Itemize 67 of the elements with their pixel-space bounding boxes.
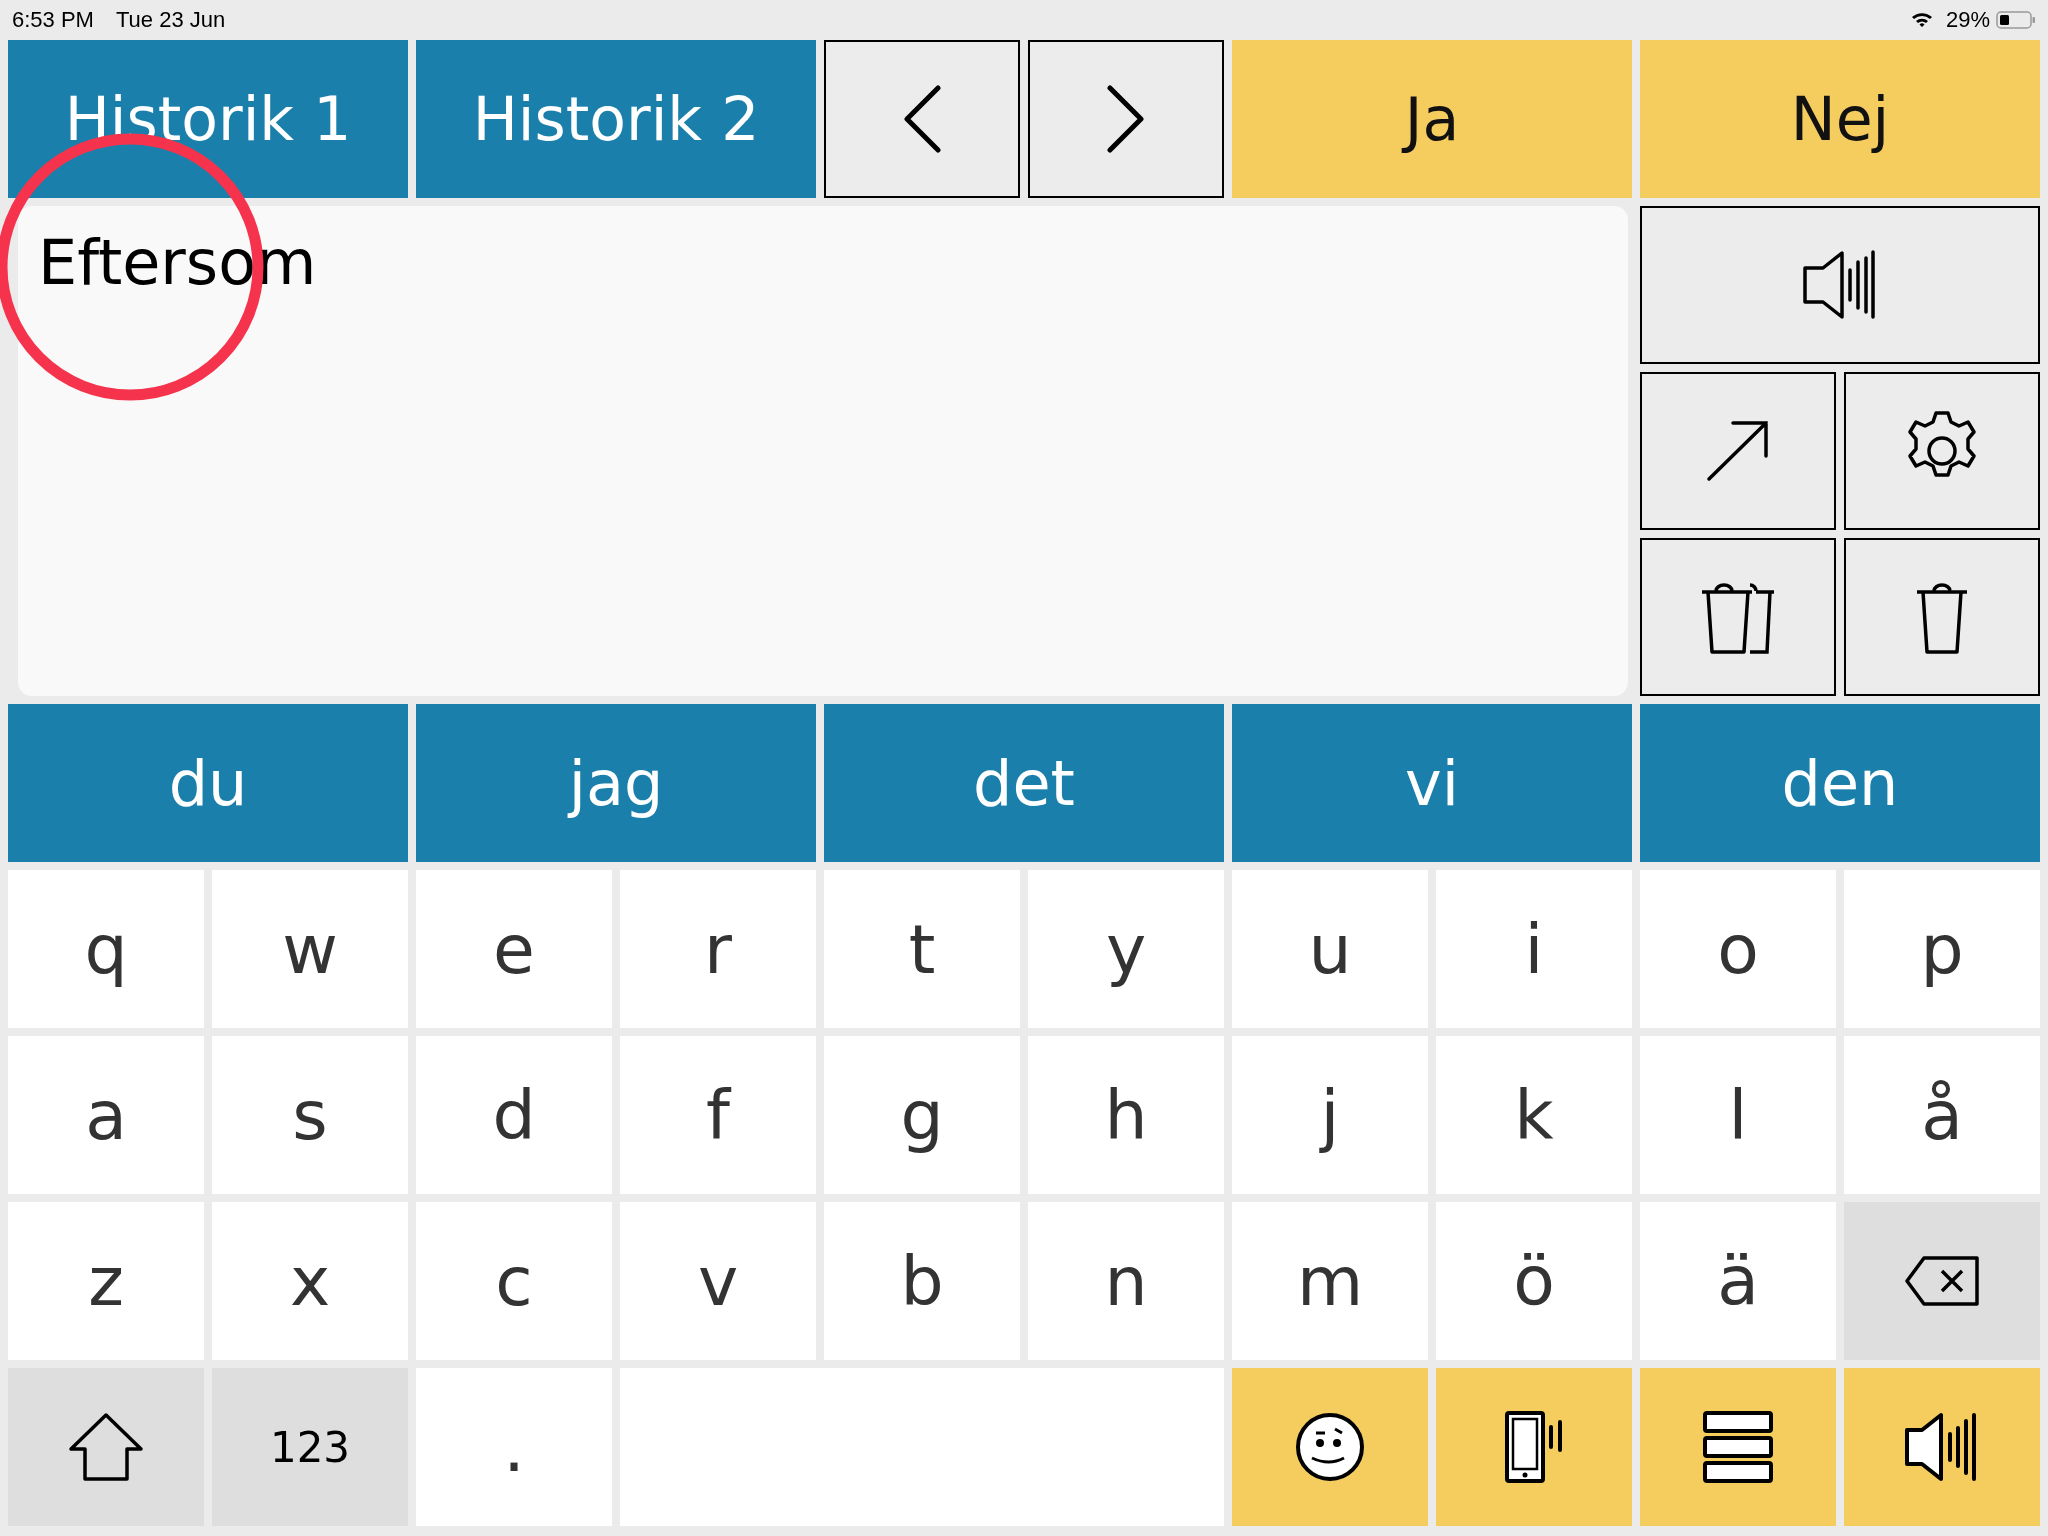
numbers-key[interactable]: 123 [212,1368,408,1526]
list-icon [1702,1410,1774,1484]
speaker-icon [1802,250,1878,320]
letter-key[interactable]: ä [1640,1202,1836,1360]
letter-key[interactable]: d [416,1036,612,1194]
letter-key[interactable]: z [8,1202,204,1360]
forward-button[interactable] [1028,40,1224,198]
back-button[interactable] [824,40,1020,198]
letter-key[interactable]: h [1028,1036,1224,1194]
diagonal-arrow-icon [1706,420,1770,482]
clear-all-button[interactable] [1640,538,1836,696]
speak-key[interactable] [1844,1368,2040,1526]
shift-key[interactable] [8,1368,204,1526]
status-time: 6:53 PM [12,7,94,33]
word-suggestion[interactable]: den [1640,704,2040,862]
list-key[interactable] [1640,1368,1836,1526]
letter-key[interactable]: a [8,1036,204,1194]
expand-button[interactable] [1640,372,1836,530]
letter-key[interactable]: i [1436,870,1632,1028]
phone-vibrate-icon [1504,1410,1564,1484]
letter-key[interactable]: v [620,1202,816,1360]
letter-key[interactable]: y [1028,870,1224,1028]
chevron-right-icon [1106,85,1146,153]
letter-key[interactable]: o [1640,870,1836,1028]
chevron-left-icon [902,85,942,153]
smiley-face-icon [1295,1412,1365,1482]
letter-key[interactable]: x [212,1202,408,1360]
battery-percent: 29% [1945,7,1990,33]
emoji-key[interactable] [1232,1368,1428,1526]
letter-key[interactable]: j [1232,1036,1428,1194]
letter-key[interactable]: r [620,870,816,1028]
two-trash-cans-icon [1700,580,1776,654]
letter-key[interactable]: p [1844,870,2040,1028]
answer-button[interactable]: Nej [1640,40,2040,198]
history-tab[interactable]: Historik 2 [416,40,816,198]
settings-button[interactable] [1844,372,2040,530]
phone-key[interactable] [1436,1368,1632,1526]
letter-key[interactable]: e [416,870,612,1028]
backspace-icon [1904,1255,1980,1307]
word-suggestion[interactable]: jag [416,704,816,862]
answer-button[interactable]: Ja [1232,40,1632,198]
trash-can-icon [1915,580,1969,654]
letter-key[interactable]: f [620,1036,816,1194]
letter-key[interactable]: w [212,870,408,1028]
letter-key[interactable]: q [8,870,204,1028]
letter-key[interactable]: l [1640,1036,1836,1194]
letter-key[interactable]: . [416,1368,612,1526]
letter-key[interactable]: s [212,1036,408,1194]
speak-button[interactable] [1640,206,2040,364]
letter-key[interactable]: n [1028,1202,1224,1360]
letter-key[interactable]: k [1436,1036,1632,1194]
word-suggestion[interactable]: det [824,704,1224,862]
word-suggestion[interactable]: du [8,704,408,862]
letter-key[interactable]: u [1232,870,1428,1028]
word-suggestion[interactable]: vi [1232,704,1632,862]
letter-key[interactable]: ö [1436,1202,1632,1360]
letter-key[interactable]: c [416,1202,612,1360]
letter-key[interactable]: b [824,1202,1020,1360]
status-date: Tue 23 Jun [115,7,226,33]
battery-icon [1996,10,2036,30]
letter-key[interactable]: g [824,1036,1020,1194]
shift-arrow-icon [68,1412,144,1482]
letter-key[interactable]: t [824,870,1020,1028]
backspace-key[interactable] [1844,1202,2040,1360]
letter-key[interactable]: å [1844,1036,2040,1194]
letter-key[interactable]: m [1232,1202,1428,1360]
clear-button[interactable] [1844,538,2040,696]
